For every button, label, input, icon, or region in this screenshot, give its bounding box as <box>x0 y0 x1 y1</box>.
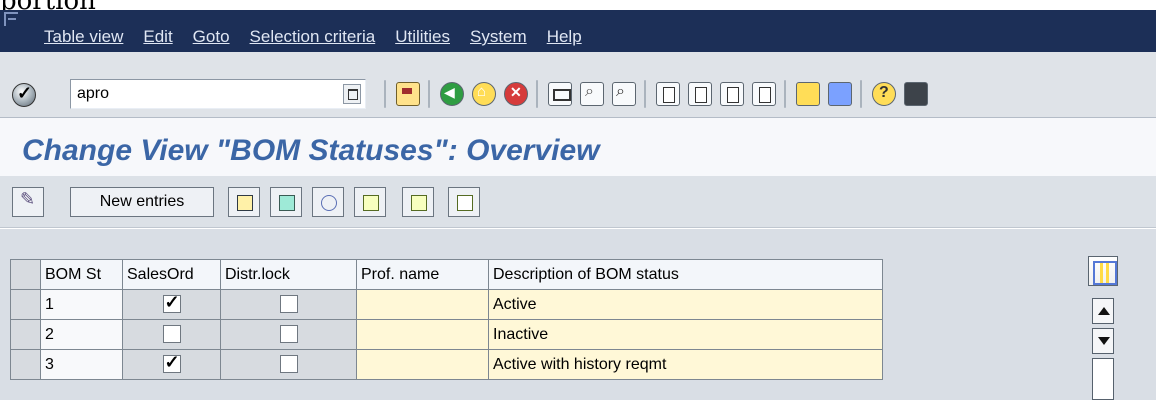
distr-lock-checkbox[interactable] <box>279 325 298 344</box>
distr-lock-checkbox[interactable] <box>279 355 298 374</box>
menu-item-system[interactable]: System <box>470 27 527 47</box>
application-toolbar: New entries <box>0 176 1156 228</box>
cell-salesord <box>122 349 221 380</box>
save-icon[interactable] <box>396 82 420 106</box>
row-selector[interactable] <box>10 289 41 320</box>
cell-description[interactable]: Inactive <box>488 319 883 350</box>
separator-icon <box>644 80 646 108</box>
select-block-icon[interactable] <box>402 187 434 217</box>
cell-distr-lock <box>220 349 357 380</box>
bom-status-table: BOM St SalesOrd Distr.lock Prof. name De… <box>10 259 883 380</box>
create-session-icon[interactable] <box>796 82 820 106</box>
row-selector[interactable] <box>10 319 41 350</box>
window-menu-icon[interactable] <box>4 12 18 26</box>
table-controls <box>1088 256 1126 400</box>
scroll-up-button[interactable] <box>1092 298 1114 324</box>
first-page-icon[interactable] <box>656 82 680 106</box>
separator-icon <box>536 80 538 108</box>
menu-item-selection-criteria[interactable]: Selection criteria <box>250 27 376 47</box>
cell-salesord <box>122 319 221 350</box>
back-arrow-icon[interactable] <box>440 82 464 106</box>
previous-page-icon[interactable] <box>688 82 712 106</box>
separator-icon <box>384 80 386 108</box>
command-input[interactable] <box>77 84 317 104</box>
menu-item-goto[interactable]: Goto <box>193 27 230 47</box>
menu-items: Table view Edit Goto Selection criteria … <box>44 27 602 55</box>
exit-icon[interactable] <box>472 82 496 106</box>
salesord-checkbox[interactable] <box>162 292 181 314</box>
header-bom-st: BOM St <box>40 259 123 290</box>
cell-bom-st: 2 <box>40 319 123 350</box>
select-all-icon[interactable] <box>354 187 386 217</box>
last-page-icon[interactable] <box>752 82 776 106</box>
next-page-icon[interactable] <box>720 82 744 106</box>
history-dropdown-icon[interactable] <box>343 84 361 104</box>
cell-distr-lock <box>220 289 357 320</box>
cancel-icon[interactable] <box>504 82 528 106</box>
new-entries-button[interactable]: New entries <box>70 187 214 217</box>
row-selector[interactable] <box>10 349 41 380</box>
table-row: 2 Inactive <box>10 319 883 350</box>
print-icon[interactable] <box>548 82 572 106</box>
display-change-icon[interactable] <box>12 187 44 217</box>
header-description: Description of BOM status <box>488 259 883 290</box>
vertical-scrollbar[interactable] <box>1092 358 1114 400</box>
header-salesord: SalesOrd <box>122 259 221 290</box>
cell-description[interactable]: Active <box>488 289 883 320</box>
header-prof-name: Prof. name <box>356 259 489 290</box>
header-distr-lock: Distr.lock <box>220 259 357 290</box>
separator-icon <box>428 80 430 108</box>
toolbar-icons <box>384 80 936 108</box>
separator-icon <box>784 80 786 108</box>
cell-prof-name[interactable] <box>356 349 489 380</box>
find-next-icon[interactable] <box>612 82 636 106</box>
deselect-all-icon[interactable] <box>448 187 480 217</box>
scroll-down-button[interactable] <box>1092 328 1114 354</box>
shortcut-icon[interactable] <box>828 82 852 106</box>
cell-bom-st: 3 <box>40 349 123 380</box>
table-header-row: BOM St SalesOrd Distr.lock Prof. name De… <box>10 259 883 290</box>
find-icon[interactable] <box>580 82 604 106</box>
separator-icon <box>860 80 862 108</box>
cell-bom-st: 1 <box>40 289 123 320</box>
table-row: 1 Active <box>10 289 883 320</box>
command-field[interactable] <box>70 79 366 109</box>
page-title: Change View "BOM Statuses": Overview <box>22 134 600 167</box>
cell-distr-lock <box>220 319 357 350</box>
menu-item-utilities[interactable]: Utilities <box>395 27 450 47</box>
menu-bar: Table view Edit Goto Selection criteria … <box>0 10 1156 52</box>
layout-icon[interactable] <box>904 82 928 106</box>
salesord-checkbox[interactable] <box>162 325 181 344</box>
menu-item-edit[interactable]: Edit <box>143 27 172 47</box>
undo-change-icon[interactable] <box>312 187 344 217</box>
distr-lock-checkbox[interactable] <box>279 295 298 314</box>
standard-toolbar <box>0 52 1156 118</box>
cell-prof-name[interactable] <box>356 319 489 350</box>
row-selector-header <box>10 259 41 290</box>
cell-salesord <box>122 289 221 320</box>
table-row: 3 Active with history reqmt <box>10 349 883 380</box>
salesord-checkbox[interactable] <box>162 352 181 374</box>
cell-prof-name[interactable] <box>356 289 489 320</box>
enter-icon[interactable] <box>12 83 36 107</box>
bom-status-table-wrap: BOM St SalesOrd Distr.lock Prof. name De… <box>10 259 883 380</box>
table-settings-icon[interactable] <box>1088 256 1118 286</box>
menu-item-table-view[interactable]: Table view <box>44 27 123 47</box>
cell-description[interactable]: Active with history reqmt <box>488 349 883 380</box>
delete-icon[interactable] <box>270 187 302 217</box>
help-icon[interactable] <box>872 82 896 106</box>
menu-item-help[interactable]: Help <box>547 27 582 47</box>
copy-as-icon[interactable] <box>228 187 260 217</box>
